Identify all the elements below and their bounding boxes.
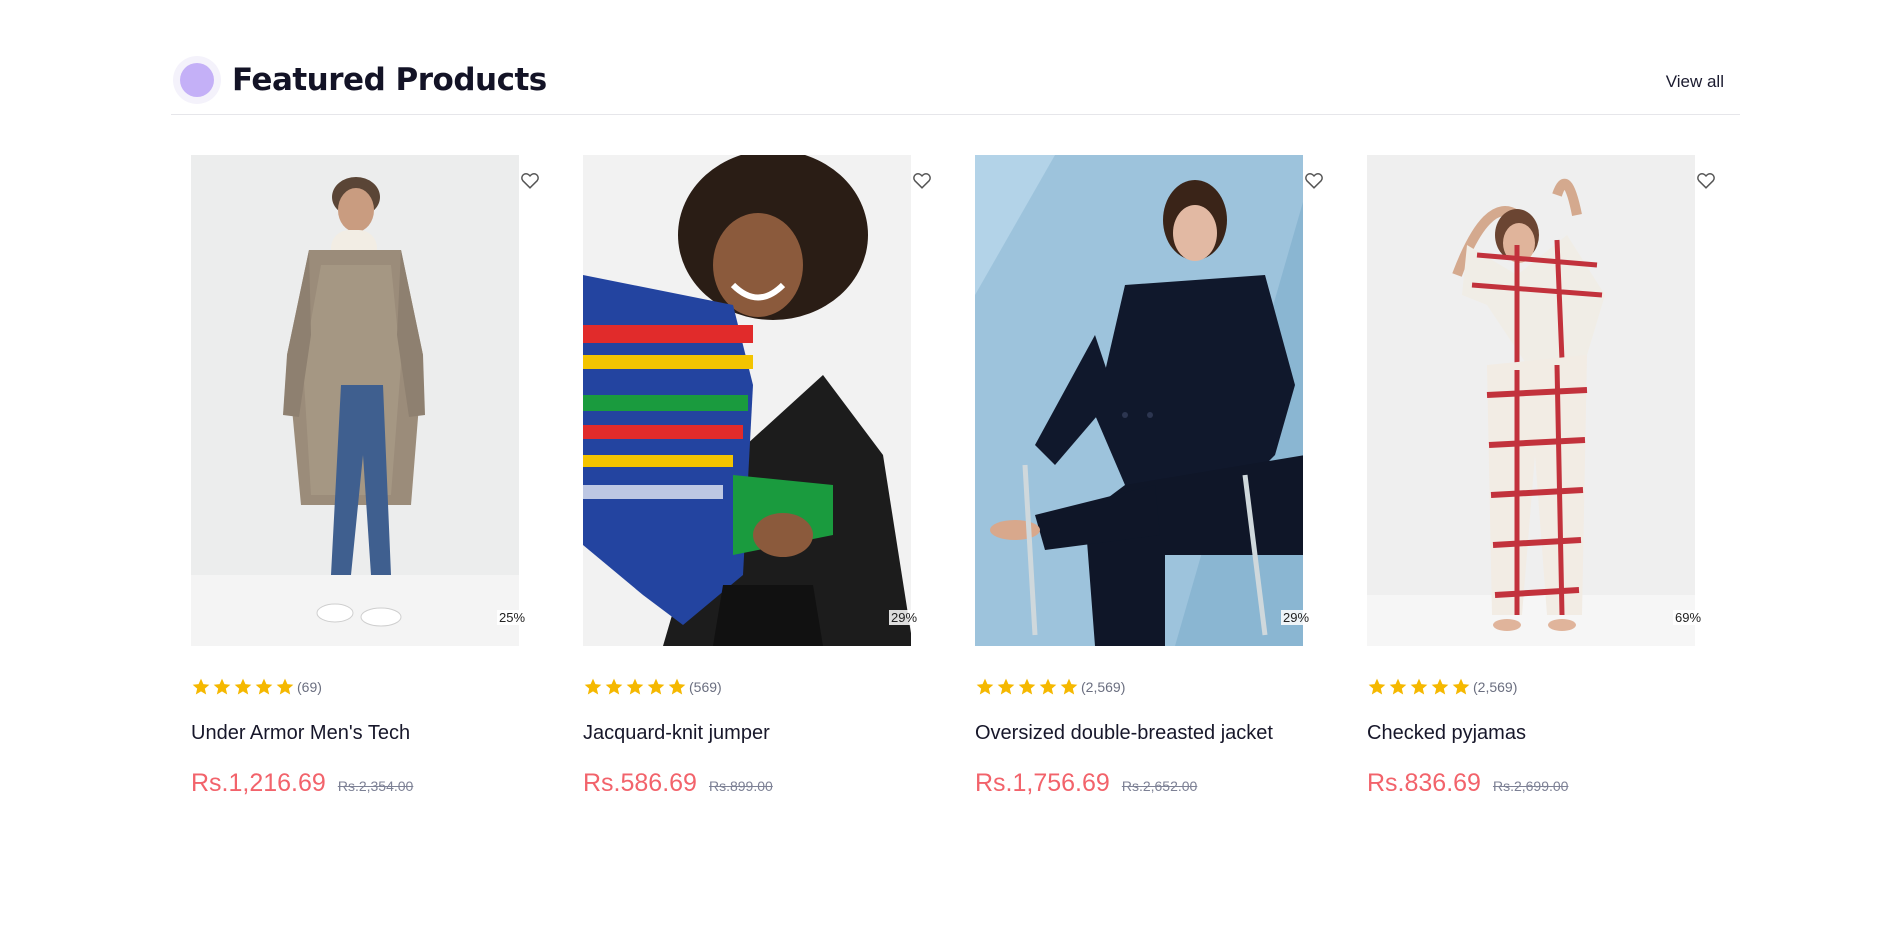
discount-badge: 29% (1281, 610, 1312, 625)
star-icon (255, 678, 273, 695)
product-name[interactable]: Checked pyjamas (1367, 722, 1526, 745)
product-card[interactable]: 29% (2,569) Oversized double-breasted ja… (975, 155, 1335, 805)
price-row: Rs.586.69 Rs.899.00 (583, 769, 773, 798)
rating-count: (2,569) (1473, 679, 1518, 695)
product-price: Rs.1,756.69 (975, 769, 1110, 797)
price-row: Rs.1,756.69 Rs.2,652.00 (975, 769, 1197, 798)
star-icon (976, 678, 994, 695)
product-name[interactable]: Jacquard-knit jumper (583, 722, 770, 745)
discount-badge: 25% (497, 610, 528, 625)
product-name[interactable]: Under Armor Men's Tech (191, 722, 410, 745)
star-icon (1060, 678, 1078, 695)
star-icon (997, 678, 1015, 695)
product-name[interactable]: Oversized double-breasted jacket (975, 722, 1273, 745)
heart-outline-icon[interactable] (911, 169, 933, 191)
product-price: Rs.586.69 (583, 769, 697, 797)
section-title: Featured Products (232, 62, 547, 98)
discount-badge: 29% (889, 610, 920, 625)
section-header: Featured Products View all (171, 52, 1740, 115)
heart-outline-icon[interactable] (519, 169, 541, 191)
star-icon (192, 678, 210, 695)
product-image[interactable] (1367, 155, 1695, 646)
star-icon (1431, 678, 1449, 695)
product-card[interactable]: 69% (2,569) Checked pyjamas Rs.836.69 Rs… (1367, 155, 1727, 805)
product-old-price: Rs.2,699.00 (1492, 778, 1569, 794)
heart-outline-icon[interactable] (1303, 169, 1325, 191)
rating-count: (2,569) (1081, 679, 1126, 695)
price-row: Rs.836.69 Rs.2,699.00 (1367, 769, 1568, 798)
product-price: Rs.1,216.69 (191, 769, 326, 797)
product-grid: 25% (69) Under Armor Men's Tech Rs.1,216… (191, 155, 1721, 805)
rating-count: (69) (297, 679, 322, 695)
star-icon (1452, 678, 1470, 695)
product-image[interactable] (975, 155, 1303, 646)
star-icon (234, 678, 252, 695)
star-icon (1410, 678, 1428, 695)
heart-outline-icon[interactable] (1695, 169, 1717, 191)
star-icon (1368, 678, 1386, 695)
product-card[interactable]: 29% (569) Jacquard-knit jumper Rs.586.69… (583, 155, 943, 805)
star-icon (1039, 678, 1057, 695)
star-rating: (2,569) (975, 675, 1125, 699)
product-old-price: Rs.2,652.00 (1121, 778, 1198, 794)
star-icon (647, 678, 665, 695)
star-icon (213, 678, 231, 695)
star-icon (276, 678, 294, 695)
section-accent-dot (173, 56, 221, 104)
product-image[interactable] (191, 155, 519, 646)
star-icon (1389, 678, 1407, 695)
star-icon (605, 678, 623, 695)
star-rating: (2,569) (1367, 675, 1517, 699)
star-icon (668, 678, 686, 695)
discount-badge: 69% (1673, 610, 1704, 625)
product-image[interactable] (583, 155, 911, 646)
product-old-price: Rs.899.00 (708, 778, 773, 794)
product-price: Rs.836.69 (1367, 769, 1481, 797)
star-icon (584, 678, 602, 695)
featured-products-section: Featured Products View all 25% (69) Unde… (171, 52, 1740, 797)
star-rating: (69) (191, 675, 322, 699)
view-all-link[interactable]: View all (1666, 72, 1724, 92)
rating-count: (569) (689, 679, 722, 695)
star-icon (1018, 678, 1036, 695)
star-rating: (569) (583, 675, 722, 699)
product-old-price: Rs.2,354.00 (337, 778, 414, 794)
product-card[interactable]: 25% (69) Under Armor Men's Tech Rs.1,216… (191, 155, 551, 805)
star-icon (626, 678, 644, 695)
price-row: Rs.1,216.69 Rs.2,354.00 (191, 769, 413, 798)
